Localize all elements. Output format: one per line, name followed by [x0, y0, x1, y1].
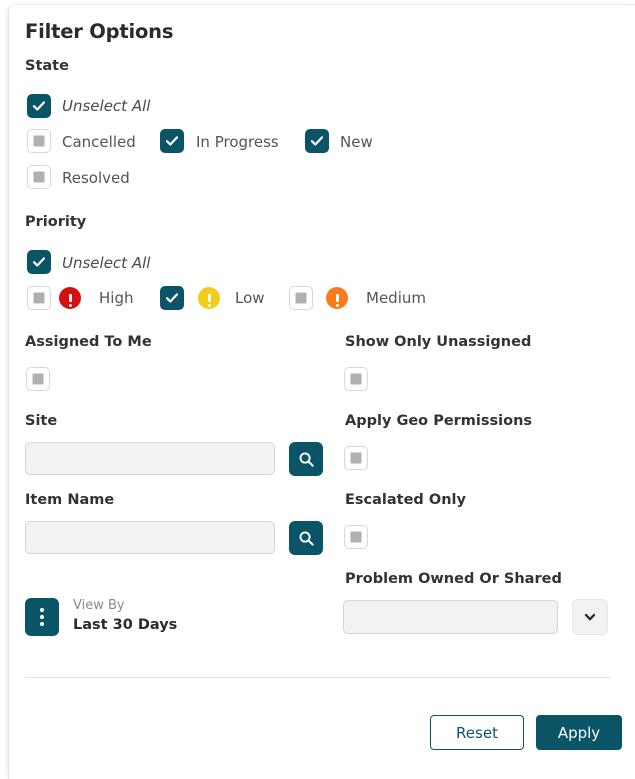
- item-name-input[interactable]: [25, 521, 275, 554]
- more-vertical-icon: [40, 608, 44, 612]
- item-name-label: Item Name: [25, 492, 115, 508]
- state-label-cancelled: Cancelled: [62, 133, 136, 151]
- check-icon: [165, 293, 179, 303]
- item-name-search-button[interactable]: [289, 521, 323, 555]
- filter-options-panel: Filter Options State Unselect All Cancel…: [0, 0, 635, 779]
- priority-high-icon: [59, 287, 81, 309]
- chevron-down-icon: [584, 613, 596, 621]
- check-icon: [310, 136, 324, 146]
- apply-geo-permissions-label: Apply Geo Permissions: [345, 413, 533, 429]
- problem-owned-or-shared-input[interactable]: [343, 600, 558, 634]
- state-unselect-all-checkbox[interactable]: [27, 94, 51, 118]
- priority-checkbox-high[interactable]: [27, 286, 51, 310]
- view-by-button[interactable]: [25, 598, 59, 636]
- state-section-label: State: [25, 58, 69, 74]
- site-input[interactable]: [25, 442, 275, 475]
- checkbox-inner-square: [33, 135, 45, 147]
- state-checkbox-in-progress[interactable]: [160, 129, 184, 153]
- checkbox-inner-square: [350, 531, 362, 543]
- escalated-only-label: Escalated Only: [345, 492, 466, 508]
- site-label: Site: [25, 413, 58, 429]
- state-label-in-progress: In Progress: [196, 133, 279, 151]
- priority-label-low: Low: [235, 289, 265, 307]
- footer-divider: [25, 677, 610, 678]
- priority-low-icon: [198, 287, 220, 309]
- show-only-unassigned-label: Show Only Unassigned: [345, 334, 532, 350]
- check-icon: [165, 136, 179, 146]
- state-checkbox-cancelled[interactable]: [27, 129, 51, 153]
- check-icon: [32, 101, 46, 111]
- state-checkbox-resolved[interactable]: [27, 165, 51, 189]
- page-title: Filter Options: [25, 20, 174, 43]
- checkbox-inner-square: [350, 452, 362, 464]
- assigned-to-me-checkbox[interactable]: [26, 367, 50, 391]
- reset-button[interactable]: Reset: [430, 715, 524, 750]
- problem-owned-or-shared-label: Problem Owned Or Shared: [345, 571, 562, 587]
- priority-medium-icon: [326, 287, 348, 309]
- checkbox-inner-square: [33, 292, 45, 304]
- state-label-new: New: [340, 133, 373, 151]
- site-search-button[interactable]: [289, 442, 323, 476]
- check-icon: [32, 257, 46, 267]
- state-unselect-all-label: Unselect All: [62, 97, 151, 115]
- priority-unselect-all-label: Unselect All: [62, 254, 151, 272]
- state-label-resolved: Resolved: [62, 169, 130, 187]
- show-only-unassigned-checkbox[interactable]: [344, 367, 368, 391]
- priority-label-medium: Medium: [366, 289, 426, 307]
- priority-unselect-all-checkbox[interactable]: [27, 250, 51, 274]
- checkbox-inner-square: [295, 292, 307, 304]
- priority-section-label: Priority: [25, 214, 87, 230]
- apply-geo-permissions-checkbox[interactable]: [344, 446, 368, 470]
- escalated-only-checkbox[interactable]: [344, 525, 368, 549]
- state-checkbox-new[interactable]: [305, 129, 329, 153]
- view-by-value[interactable]: Last 30 Days: [73, 617, 177, 633]
- priority-label-high: High: [99, 289, 134, 307]
- priority-checkbox-medium[interactable]: [289, 286, 313, 310]
- problem-owned-or-shared-dropdown-button[interactable]: [572, 599, 608, 635]
- view-by-caption: View By: [73, 598, 125, 613]
- apply-button[interactable]: Apply: [536, 715, 622, 750]
- checkbox-inner-square: [350, 373, 362, 385]
- checkbox-inner-square: [32, 373, 44, 385]
- search-icon: [299, 531, 314, 546]
- checkbox-inner-square: [33, 171, 45, 183]
- search-icon: [299, 452, 314, 467]
- priority-checkbox-low[interactable]: [160, 286, 184, 310]
- assigned-to-me-label: Assigned To Me: [25, 334, 152, 350]
